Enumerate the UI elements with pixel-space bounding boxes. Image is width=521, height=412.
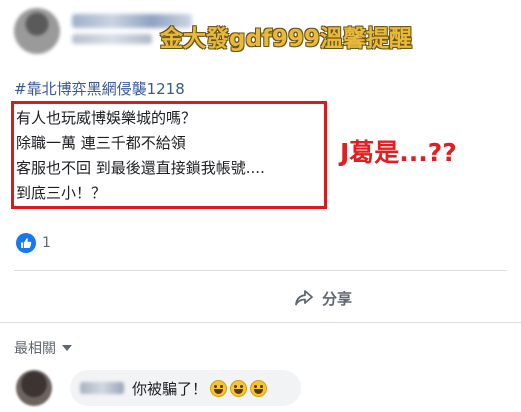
- watermark-text: 金大發gdf999溫馨提醒: [160, 26, 412, 52]
- poster-avatar[interactable]: [14, 8, 60, 54]
- post-text-line-4: 到底三小！？: [16, 184, 107, 202]
- post-text-line-2: 除職一萬 連三千都不給領: [16, 134, 186, 152]
- share-label: 分享: [322, 289, 353, 308]
- commenter-avatar[interactable]: [16, 370, 52, 406]
- post-meta-blurred: [72, 34, 152, 44]
- post-text-line-1: 有人也玩威博娛樂城的嗎？: [16, 109, 197, 127]
- post-text-line-3: 客服也不回 到最後還直接鎖我帳號....: [16, 159, 265, 177]
- like-icon: [16, 233, 36, 253]
- grinning-face-icon: [210, 379, 228, 397]
- annotation-text: J葛是...??: [340, 138, 457, 167]
- facebook-post-card: 金大發gdf999溫馨提醒 #靠北博弈黑網侵襲1218 有人也玩威博娛樂城的嗎？…: [0, 0, 521, 412]
- comment-sort-dropdown[interactable]: 最相關: [14, 338, 72, 358]
- actions-divider: [0, 322, 521, 323]
- commenter-name-blurred[interactable]: [80, 382, 124, 394]
- reaction-summary[interactable]: 1: [16, 233, 51, 253]
- reaction-divider: [14, 270, 507, 271]
- like-count: 1: [42, 235, 51, 251]
- grinning-face-icon: [250, 379, 268, 397]
- grinning-face-icon: [230, 379, 248, 397]
- comment-bubble: 你被騙了！: [70, 370, 301, 406]
- share-button[interactable]: 分享: [294, 286, 352, 310]
- hashtag-link[interactable]: #靠北博弈黑網侵襲1218: [14, 78, 185, 99]
- chevron-down-icon: [62, 345, 72, 351]
- comment-text: 你被騙了！: [132, 379, 208, 398]
- comment-sort-label: 最相關: [14, 341, 56, 357]
- comments-section: 最相關 你被騙了！: [0, 325, 521, 412]
- share-arrow-icon: [295, 290, 313, 306]
